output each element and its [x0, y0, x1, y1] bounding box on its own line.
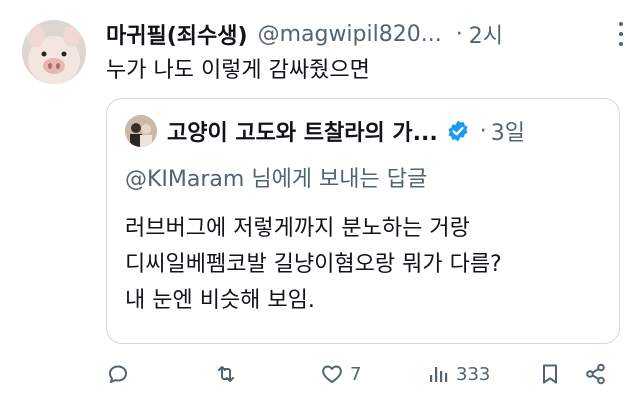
timestamp[interactable]: 2시	[469, 18, 503, 50]
pig-avatar-image	[22, 20, 86, 84]
quoted-text-line: 내 눈엔 비슷해 보임.	[125, 288, 315, 313]
reply-to-label: @KIMaram 님에게 보내는 답글	[125, 167, 428, 192]
tweet-text: 누가 나도 이렇게 감싸줬으면	[106, 58, 370, 83]
verified-badge-icon	[448, 120, 468, 142]
heart-icon	[322, 365, 342, 383]
avatar[interactable]	[22, 20, 86, 84]
action-bar: 7 333	[106, 358, 620, 390]
quoted-tweet[interactable]: 고양이 고도와 트찰라의 가... · 3일 @KIMaram 님에게 보내는 …	[106, 98, 620, 344]
like-button[interactable]: 7	[320, 358, 361, 390]
tweet-header: 마귀필(죄수생) @magwipil820... · 2시	[106, 16, 620, 52]
reply-icon	[109, 365, 127, 383]
like-count: 7	[350, 363, 362, 385]
share-button[interactable]	[584, 358, 608, 390]
view-count: 333	[456, 363, 491, 385]
quoted-avatar-image	[125, 115, 157, 147]
quoted-tweet-header: 고양이 고도와 트찰라의 가... · 3일	[125, 115, 525, 147]
separator-dot: ·	[455, 21, 463, 47]
quoted-timestamp[interactable]: 3일	[491, 115, 525, 147]
views-icon	[430, 367, 448, 382]
share-icon	[586, 363, 605, 385]
quoted-text-line: 러브버그에 저렇게까지 분노하는 거랑	[125, 216, 470, 241]
views-button[interactable]: 333	[426, 358, 490, 390]
display-name[interactable]: 마귀필(죄수생)	[106, 18, 248, 50]
quoted-avatar	[125, 115, 157, 147]
quoted-text-line: 디씨일베펨코발 길냥이혐오랑 뭐가 다름?	[125, 252, 502, 277]
more-icon[interactable]	[614, 22, 628, 46]
quoted-tweet-text: 러브버그에 저렇게까지 분노하는 거랑 디씨일베펨코발 길냥이혐오랑 뭐가 다름…	[125, 211, 502, 319]
reply-button[interactable]	[106, 358, 136, 390]
retweet-button[interactable]	[214, 358, 244, 390]
user-handle[interactable]: @magwipil820...	[258, 22, 442, 47]
bookmark-button[interactable]	[538, 358, 562, 390]
retweet-icon	[218, 366, 234, 382]
quoted-separator-dot: ·	[479, 118, 487, 144]
tweet[interactable]: 마귀필(죄수생) @magwipil820... · 2시 누가 나도 이렇게 …	[0, 0, 640, 410]
bookmark-icon	[543, 364, 557, 384]
quoted-display-name[interactable]: 고양이 고도와 트찰라의 가...	[167, 115, 438, 147]
